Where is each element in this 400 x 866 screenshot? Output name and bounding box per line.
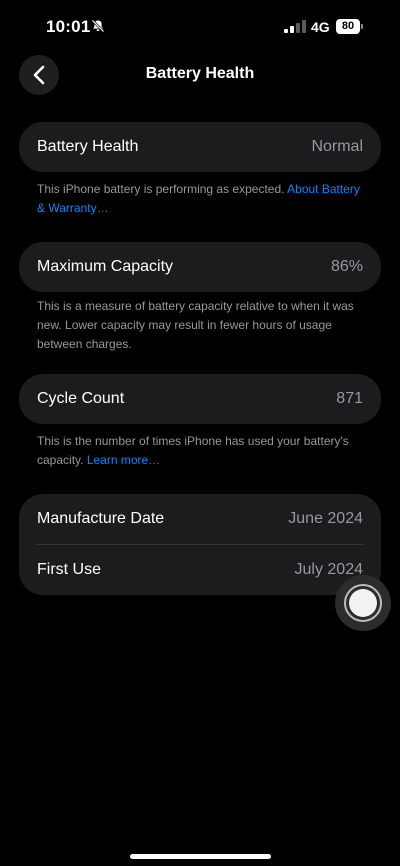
- battery-icon: 80: [336, 19, 364, 34]
- bell-slash-icon: [91, 19, 105, 33]
- manufacture-date-row: Manufacture Date June 2024: [19, 494, 381, 544]
- cycle-count-note: This is the number of times iPhone has u…: [37, 432, 367, 470]
- battery-level: 80: [341, 20, 355, 32]
- first-use-row: First Use July 2024: [19, 545, 381, 595]
- maximum-capacity-card: Maximum Capacity 86%: [19, 242, 381, 292]
- cycle-count-value: 871: [336, 390, 363, 407]
- cycle-count-row: Cycle Count 871: [19, 374, 381, 424]
- cycle-count-note-text: This is the number of times iPhone has u…: [37, 434, 349, 467]
- status-time: 10:01: [46, 17, 91, 36]
- maximum-capacity-note: This is a measure of battery capacity re…: [37, 299, 354, 351]
- battery-health-value: Normal: [311, 138, 363, 155]
- manufacture-date-value: June 2024: [288, 510, 363, 527]
- manufacture-date-label: Manufacture Date: [37, 510, 165, 527]
- page-title: Battery Health: [145, 65, 255, 82]
- assistive-touch-button[interactable]: [335, 575, 391, 631]
- battery-health-label: Battery Health: [37, 138, 139, 155]
- maximum-capacity-value: 86%: [330, 258, 363, 275]
- cycle-count-label: Cycle Count: [37, 390, 125, 407]
- maximum-capacity-label: Maximum Capacity: [37, 258, 174, 275]
- dates-card: Manufacture Date June 2024 First Use Jul…: [19, 494, 381, 595]
- network-type: 4G: [311, 19, 330, 35]
- battery-health-note-text: This iPhone battery is performing as exp…: [37, 182, 285, 196]
- maximum-capacity-row: Maximum Capacity 86%: [19, 242, 381, 292]
- battery-health-note: This iPhone battery is performing as exp…: [37, 180, 367, 218]
- cellular-signal-icon: [284, 20, 306, 33]
- first-use-label: First Use: [37, 561, 101, 578]
- cycle-count-card: Cycle Count 871: [19, 374, 381, 424]
- status-bar: 10:01 4G 80: [0, 0, 400, 52]
- home-indicator[interactable]: [130, 854, 271, 859]
- learn-more-link[interactable]: Learn more…: [87, 453, 160, 467]
- assistive-touch-icon: [344, 584, 382, 622]
- battery-health-card: Battery Health Normal: [19, 122, 381, 172]
- battery-health-row: Battery Health Normal: [19, 122, 381, 172]
